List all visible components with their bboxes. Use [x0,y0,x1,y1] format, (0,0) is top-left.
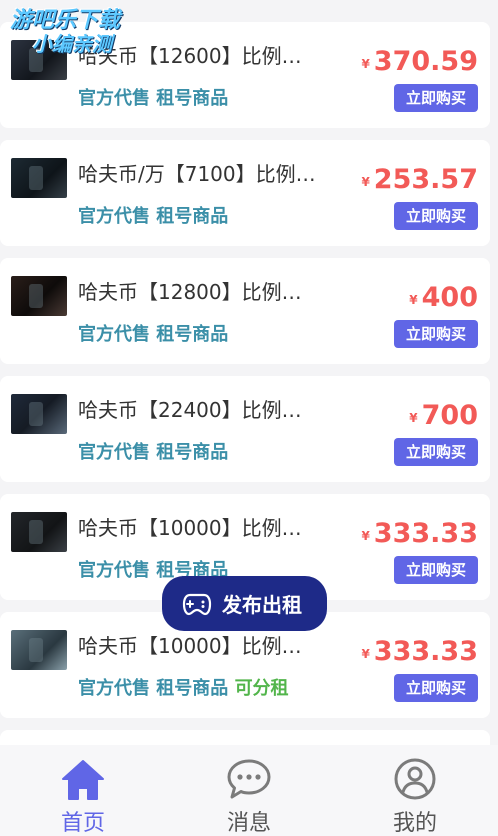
product-title[interactable]: 哈夫币【10000】比例… [78,512,334,541]
product-price: ¥370.59 [361,46,478,77]
message-icon [227,759,271,799]
home-icon [62,760,104,800]
buy-now-button[interactable]: 立即购买 [394,556,478,584]
product-tags: 官方代售 租号商品 [78,202,228,228]
tag-rental: 租号商品 [156,88,229,109]
product-price: ¥333.33 [361,518,478,549]
tag-rental: 租号商品 [156,442,229,463]
buy-now-button[interactable]: 立即购买 [394,202,478,230]
product-card[interactable]: 哈夫币/万【7100】比例… 官方代售 租号商品 ¥253.57 立即购买 [0,140,490,246]
publish-rental-button[interactable]: 发布出租 [162,576,327,631]
currency-symbol: ¥ [409,293,418,307]
tab-home[interactable]: 首页 [0,745,166,836]
product-tags: 官方代售 租号商品 可分租 [78,674,289,700]
product-thumbnail[interactable] [11,394,67,434]
currency-symbol: ¥ [361,529,370,543]
tag-rental: 租号商品 [156,678,229,699]
watermark-line-1: 游吧乐下载 [10,8,121,33]
currency-symbol: ¥ [409,411,418,425]
buy-now-button[interactable]: 立即购买 [394,320,478,348]
price-value: 370.59 [373,46,478,77]
product-thumbnail[interactable] [11,158,67,198]
product-card[interactable] [0,730,490,745]
product-tags: 官方代售 租号商品 [78,320,228,346]
product-thumbnail[interactable] [11,276,67,316]
profile-icon [394,758,436,800]
product-price: ¥333.33 [361,636,478,667]
currency-symbol: ¥ [361,175,370,189]
tag-split-rent: 可分租 [234,678,289,699]
tab-profile[interactable]: 我的 [332,745,498,836]
product-price: ¥400 [409,282,478,313]
price-value: 333.33 [373,636,478,667]
tab-profile-label: 我的 [392,811,437,836]
product-tags: 官方代售 租号商品 [78,84,228,110]
price-value: 400 [421,282,478,313]
tag-rental: 租号商品 [156,206,229,227]
price-value: 700 [421,400,478,431]
tag-official: 官方代售 [78,206,150,227]
tab-messages[interactable]: 消息 [166,745,332,836]
product-price: ¥253.57 [361,164,478,195]
tag-official: 官方代售 [78,442,150,463]
product-title[interactable]: 哈夫币【12800】比例… [78,276,334,305]
tag-official: 官方代售 [78,560,150,581]
tag-rental: 租号商品 [156,324,229,345]
product-thumbnail[interactable] [11,512,67,552]
price-value: 253.57 [373,164,478,195]
gamepad-icon [182,593,212,615]
buy-now-button[interactable]: 立即购买 [394,674,478,702]
tag-official: 官方代售 [78,88,150,109]
bottom-tab-bar: 首页 消息 我的 [0,745,498,836]
watermark: 游吧乐下载 小编亲测 [10,8,121,56]
price-value: 333.33 [373,518,478,549]
product-tags: 官方代售 租号商品 [78,438,228,464]
tag-official: 官方代售 [78,324,150,345]
watermark-line-2: 小编亲测 [32,32,112,56]
publish-rental-label: 发布出租 [222,593,302,617]
product-title[interactable]: 哈夫币【10000】比例… [78,630,334,659]
product-title[interactable]: 哈夫币【22400】比例… [78,394,334,423]
product-title[interactable]: 哈夫币/万【7100】比例… [78,158,334,187]
product-card[interactable]: 哈夫币【12800】比例… 官方代售 租号商品 ¥400 立即购买 [0,258,490,364]
product-thumbnail[interactable] [11,630,67,670]
buy-now-button[interactable]: 立即购买 [394,84,478,112]
product-price: ¥700 [409,400,478,431]
currency-symbol: ¥ [361,57,370,71]
product-card[interactable]: 哈夫币【22400】比例… 官方代售 租号商品 ¥700 立即购买 [0,376,490,482]
currency-symbol: ¥ [361,647,370,661]
tab-messages-label: 消息 [226,811,271,836]
tab-home-label: 首页 [60,811,105,836]
tag-official: 官方代售 [78,678,150,699]
product-list[interactable]: 哈夫币【12600】比例… 官方代售 租号商品 ¥370.59 立即购买 哈夫币… [0,0,498,745]
buy-now-button[interactable]: 立即购买 [394,438,478,466]
